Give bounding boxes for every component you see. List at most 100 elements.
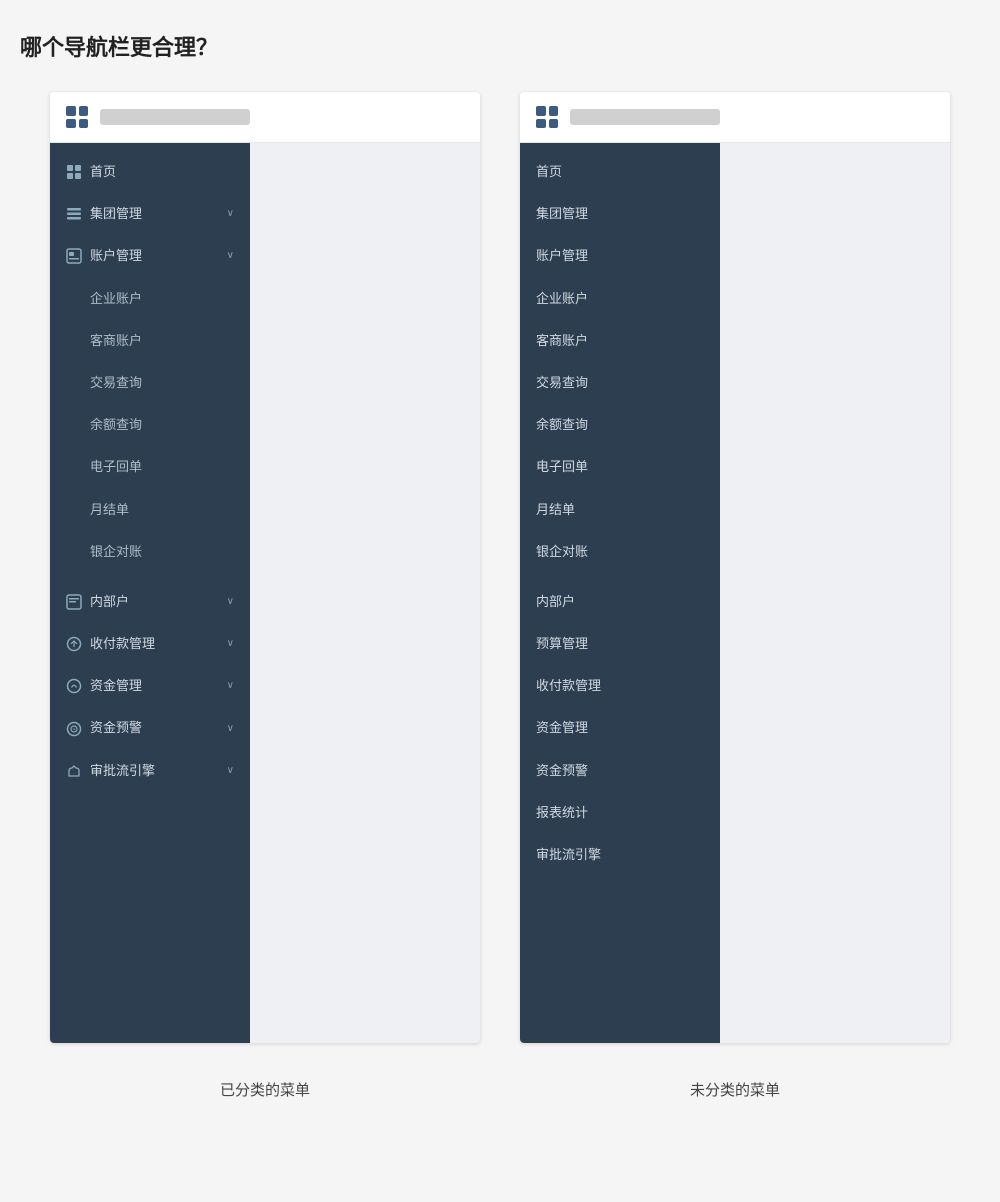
right-menu-home[interactable]: 首页 [520,151,720,193]
client-label: 客商账户 [90,332,142,350]
left-menu-alert[interactable]: 资金预警 ∨ [50,707,250,749]
right-panel-body: 首页 集团管理 账户管理 企业账户 客商账户 交易查询 余额查询 [520,143,950,1043]
left-inner-label: 内部户 [90,593,129,611]
left-menu-monthly[interactable]: 月结单 [50,489,250,531]
left-menu-fund[interactable]: 资金管理 ∨ [50,665,250,707]
approval-chevron: ∨ [227,764,234,778]
left-home-label: 首页 [90,163,116,181]
transaction-label: 交易查询 [90,374,142,392]
right-header-bar [570,109,720,125]
left-menu-transaction[interactable]: 交易查询 [50,362,250,404]
page-title: 哪个导航栏更合理？ [20,30,980,62]
right-menu-balance[interactable]: 余额查询 [520,404,720,446]
left-menu-balance[interactable]: 余额查询 [50,404,250,446]
account-chevron: ∨ [227,249,234,263]
right-monthly-label: 月结单 [536,501,575,519]
left-menu-reconcile[interactable]: 银企对账 [50,531,250,573]
left-menu-payment[interactable]: 收付款管理 ∨ [50,623,250,665]
group-icon [66,206,82,222]
left-fund-label: 资金管理 [90,677,142,695]
left-panel-header [50,92,480,143]
right-menu-fund[interactable]: 资金管理 [520,707,720,749]
left-alert-label: 资金预警 [90,719,142,737]
right-approval-label: 审批流引擎 [536,846,601,864]
right-menu-budget[interactable]: 预算管理 [520,623,720,665]
approval-icon [66,763,82,779]
left-menu-account[interactable]: 账户管理 ∨ [50,235,250,277]
left-menu-enterprise[interactable]: 企业账户 [50,278,250,320]
right-menu-group[interactable]: 集团管理 [520,193,720,235]
left-menu-home[interactable]: 首页 [50,151,250,193]
left-panel: 首页 集团管理 ∨ [50,92,480,1043]
account-icon [66,248,82,264]
right-ereceipt-label: 电子回单 [536,458,588,476]
right-transaction-label: 交易查询 [536,374,588,392]
right-inner-label: 内部户 [536,593,575,611]
left-sidebar: 首页 集团管理 ∨ [50,143,250,1043]
right-enterprise-label: 企业账户 [536,290,588,308]
right-menu-ereceipt[interactable]: 电子回单 [520,446,720,488]
right-panel: 首页 集团管理 账户管理 企业账户 客商账户 交易查询 余额查询 [520,92,950,1043]
balance-label: 余额查询 [90,416,142,434]
alert-chevron: ∨ [227,722,234,736]
right-panel-label: 未分类的菜单 [520,1079,950,1100]
right-menu-payment[interactable]: 收付款管理 [520,665,720,707]
right-panel-header [520,92,950,143]
right-alert-label: 资金预警 [536,762,588,780]
right-divider1 [520,573,720,581]
right-reconcile-label: 银企对账 [536,543,588,561]
right-menu-reconcile[interactable]: 银企对账 [520,531,720,573]
alert-icon [66,721,82,737]
right-client-label: 客商账户 [536,332,588,350]
left-menu-group[interactable]: 集团管理 ∨ [50,193,250,235]
home-icon [66,164,82,180]
inner-chevron: ∨ [227,595,234,609]
right-menu-report[interactable]: 报表统计 [520,792,720,834]
left-logo-icon [66,106,88,128]
enterprise-label: 企业账户 [90,290,142,308]
right-menu-enterprise[interactable]: 企业账户 [520,278,720,320]
right-menu-inner[interactable]: 内部户 [520,581,720,623]
left-menu-inner[interactable]: 内部户 ∨ [50,581,250,623]
left-main-content [250,143,480,1043]
payment-chevron: ∨ [227,637,234,651]
right-panel-label-container: 未分类的菜单 [520,1063,950,1100]
left-divider1 [50,573,250,581]
right-menu-account[interactable]: 账户管理 [520,235,720,277]
right-home-label: 首页 [536,163,562,181]
left-panel-label-container: 已分类的菜单 [50,1063,480,1100]
right-menu-alert[interactable]: 资金预警 [520,750,720,792]
fund-icon [66,678,82,694]
left-approval-label: 审批流引擎 [90,762,155,780]
right-menu-transaction[interactable]: 交易查询 [520,362,720,404]
right-report-label: 报表统计 [536,804,588,822]
left-menu-ereceipt[interactable]: 电子回单 [50,446,250,488]
reconcile-label: 银企对账 [90,543,142,561]
right-fund-label: 资金管理 [536,719,588,737]
left-account-label: 账户管理 [90,247,142,265]
right-menu-approval[interactable]: 审批流引擎 [520,834,720,876]
right-menu-client[interactable]: 客商账户 [520,320,720,362]
right-payment-label: 收付款管理 [536,677,601,695]
ereceipt-label: 电子回单 [90,458,142,476]
left-group-label: 集团管理 [90,205,142,223]
right-account-label: 账户管理 [536,247,588,265]
left-payment-label: 收付款管理 [90,635,155,653]
left-header-bar [100,109,250,125]
right-group-label: 集团管理 [536,205,588,223]
group-chevron: ∨ [227,207,234,221]
right-budget-label: 预算管理 [536,635,588,653]
left-menu-approval[interactable]: 审批流引擎 ∨ [50,750,250,792]
right-balance-label: 余额查询 [536,416,588,434]
right-menu-monthly[interactable]: 月结单 [520,489,720,531]
right-logo-icon [536,106,558,128]
right-main-content [720,143,950,1043]
right-sidebar: 首页 集团管理 账户管理 企业账户 客商账户 交易查询 余额查询 [520,143,720,1043]
left-menu-client[interactable]: 客商账户 [50,320,250,362]
comparison-container: 首页 集团管理 ∨ [20,92,980,1043]
left-panel-body: 首页 集团管理 ∨ [50,143,480,1043]
left-panel-label: 已分类的菜单 [50,1079,480,1100]
monthly-label: 月结单 [90,501,129,519]
payment-icon [66,636,82,652]
fund-chevron: ∨ [227,679,234,693]
